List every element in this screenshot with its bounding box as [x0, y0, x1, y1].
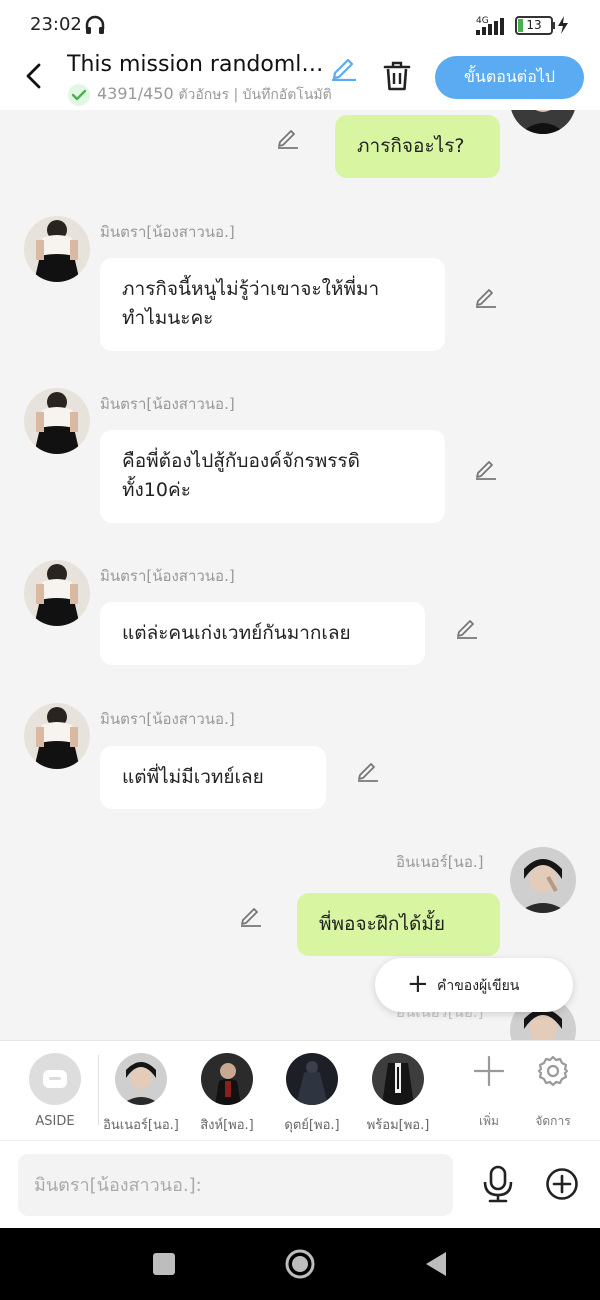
speaker-name: อินเนอร์[นอ.] [396, 853, 484, 871]
next-step-button[interactable]: ขั้นตอนต่อไป [435, 56, 584, 99]
character-label: สิงห์[พอ.] [200, 1118, 254, 1133]
message-input[interactable] [18, 1154, 453, 1216]
character-label: ดุตย์[พอ.] [284, 1118, 340, 1133]
story-title[interactable]: This mission randomly... [67, 52, 325, 77]
author-note-label: คำของผู้เขียน [437, 978, 520, 994]
message-bubble-right[interactable]: ภารกิจอะไร? [335, 115, 500, 178]
edit-message-icon[interactable] [474, 456, 498, 484]
aside-circle [29, 1053, 81, 1105]
character-avatar [201, 1053, 253, 1105]
message-bubble-left[interactable]: ภารกิจนี้หนูไม่รู้ว่าเขาจะให้พี่มาทำไมนะ… [100, 258, 445, 351]
count-value: 4391/450 [97, 84, 174, 103]
message-text: ภารกิจนี้หนูไม่รู้ว่าเขาจะให้พี่มาทำไมนะ… [122, 278, 380, 329]
avatar-inner[interactable] [510, 110, 576, 134]
plus-icon: + [407, 969, 429, 999]
character-label: ASIDE [35, 1114, 75, 1129]
character-avatar [286, 1053, 338, 1105]
network-label: 4G [476, 16, 489, 26]
avatar-mintra[interactable] [24, 388, 90, 454]
speaker-name: มินตรา[น้องสาวนอ.] [100, 223, 235, 241]
plus-icon [473, 1055, 505, 1087]
edit-message-icon[interactable] [239, 903, 263, 931]
edit-message-icon[interactable] [356, 758, 380, 786]
character-inner[interactable]: อินเนอร์[นอ.] [101, 1051, 181, 1141]
character-dut[interactable]: ดุตย์[พอ.] [272, 1051, 352, 1141]
character-label: พร้อม[พอ.] [366, 1118, 430, 1133]
speaker-name: มินตรา[น้องสาวนอ.] [100, 395, 235, 413]
message-text: แต่พี่ไม่มีเวทย์เลย [122, 766, 264, 788]
avatar-mintra[interactable] [24, 703, 90, 769]
character-phrom[interactable]: พร้อม[พอ.] [358, 1051, 438, 1141]
message-text: แต่ล่ะคนเก่งเวทย์กันมากเลย [122, 622, 351, 644]
back-arrow-icon[interactable] [22, 62, 46, 94]
character-aside[interactable]: ASIDE [15, 1051, 95, 1141]
signal-icon: 4G [470, 14, 512, 40]
message-bubble-left[interactable]: แต่พี่ไม่มีเวทย์เลย [100, 746, 326, 809]
edit-message-icon[interactable] [455, 615, 479, 643]
home-icon[interactable] [284, 1248, 316, 1284]
message-bubble-right[interactable]: พี่พอจะฝึกได้มั้ย [297, 893, 500, 956]
battery-level-fill [518, 19, 523, 32]
editor-header: This mission randomly... 4391/450 ตัวอัก… [0, 50, 600, 110]
author-note-button[interactable]: + คำของผู้เขียน [375, 958, 573, 1012]
battery-cap [552, 22, 555, 29]
battery-indicator: 13 [515, 16, 553, 35]
message-text: คือพี่ต้องไปสู้กับองค์จักรพรรดิทั้ง10ค่ะ [122, 450, 360, 501]
character-count: 4391/450 ตัวอักษร | บันทึกอัตโนมัติ [97, 84, 332, 106]
character-avatar [372, 1053, 424, 1105]
message-input-bar [0, 1140, 600, 1228]
headphone-icon [84, 14, 106, 40]
edit-message-icon[interactable] [474, 284, 498, 312]
edit-message-icon[interactable] [276, 125, 300, 153]
avatar-mintra[interactable] [24, 216, 90, 282]
add-circle-icon[interactable] [545, 1167, 579, 1205]
trash-icon[interactable] [382, 60, 412, 96]
speaker-name: มินตรา[น้องสาวนอ.] [100, 710, 235, 728]
status-time: 23:02 [30, 14, 82, 35]
character-label: อินเนอร์[นอ.] [103, 1118, 179, 1133]
system-nav-bar [0, 1228, 600, 1300]
manage-label: จัดการ [535, 1114, 571, 1128]
system-back-icon[interactable] [424, 1250, 448, 1282]
character-singh[interactable]: สิงห์[พอ.] [187, 1051, 267, 1141]
microphone-icon[interactable] [480, 1165, 516, 1207]
gear-icon [537, 1055, 569, 1087]
character-selector-bar: ASIDE อินเนอร์[นอ.] สิงห์[พอ.] ดุตย์[พอ.… [0, 1040, 600, 1140]
manage-characters-button[interactable]: จัดการ [523, 1049, 583, 1139]
battery-percent: 13 [526, 18, 542, 32]
message-text: ภารกิจอะไร? [357, 135, 465, 157]
avatar-inner[interactable] [510, 847, 576, 913]
status-bar: 23:02 4G 13 [0, 0, 600, 50]
message-text: พี่พอจะฝึกได้มั้ย [319, 913, 445, 935]
chat-area[interactable]: ภารกิจอะไร? มินตรา[น้องสาวนอ.] ภารกิจนี้… [0, 110, 600, 1040]
count-suffix: ตัวอักษร | บันทึกอัตโนมัติ [178, 87, 332, 103]
recent-apps-icon[interactable] [153, 1253, 175, 1275]
speaker-name: มินตรา[น้องสาวนอ.] [100, 567, 235, 585]
edit-title-pencil-icon[interactable] [330, 53, 358, 85]
message-bubble-left[interactable]: คือพี่ต้องไปสู้กับองค์จักรพรรดิทั้ง10ค่ะ [100, 430, 445, 523]
message-bubble-left[interactable]: แต่ล่ะคนเก่งเวทย์กันมากเลย [100, 602, 425, 665]
avatar-mintra[interactable] [24, 560, 90, 626]
add-label: เพิ่ม [479, 1114, 499, 1128]
add-character-button[interactable]: เพิ่ม [459, 1049, 519, 1139]
character-avatar [115, 1053, 167, 1105]
aside-icon [43, 1070, 67, 1088]
charging-bolt-icon [556, 15, 570, 39]
check-circle-icon [67, 83, 91, 111]
